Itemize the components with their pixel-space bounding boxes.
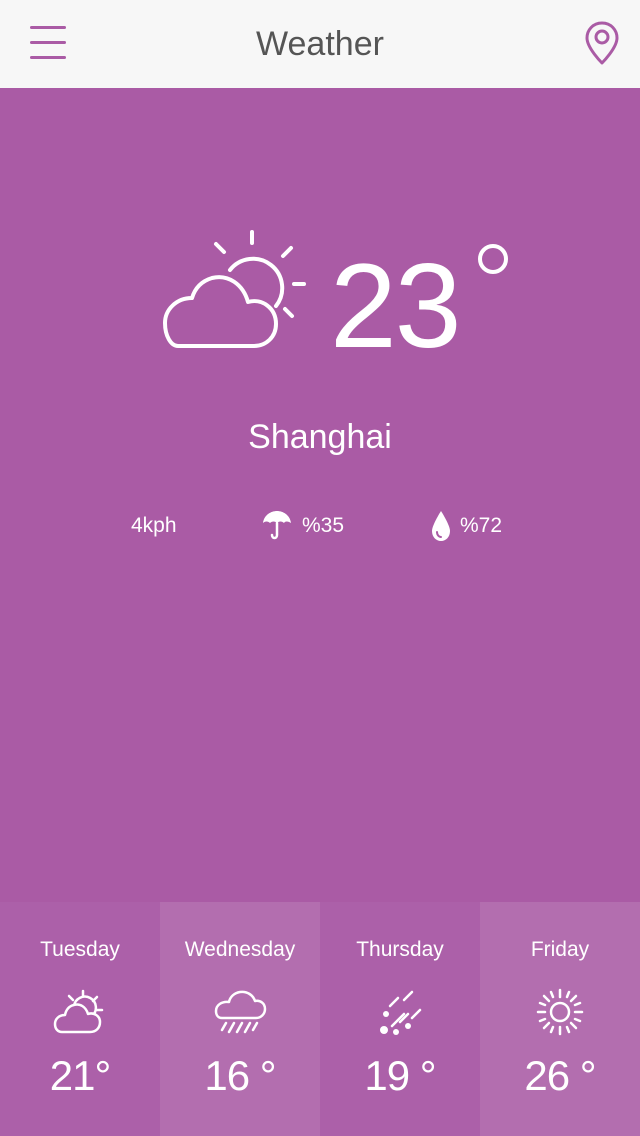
weather-app: Weather 23 Shanghai 4kph %35 %72 Tuesday… [0, 0, 640, 1136]
forecast-strip: Tuesday 21° Wednesday 16 ° Thursday 19 °… [0, 902, 640, 1136]
sun-icon [536, 988, 584, 1036]
current-temperature: 23 [330, 239, 461, 373]
forecast-day[interactable]: Tuesday 21° [0, 902, 160, 1136]
city-name: Shanghai [248, 418, 392, 456]
hamburger-menu-icon [30, 26, 66, 29]
forecast-day-name: Tuesday [40, 938, 120, 961]
menu-button[interactable] [28, 24, 70, 64]
forecast-day-name: Friday [530, 938, 590, 961]
location-button[interactable] [582, 20, 622, 68]
humidity: %72 [460, 514, 503, 537]
forecast-day[interactable]: Thursday 19 ° [320, 902, 480, 1136]
forecast-day[interactable]: Wednesday 16 ° [160, 902, 320, 1136]
forecast-day[interactable]: Friday 26 ° [480, 902, 640, 1136]
partly-cloudy-icon [53, 989, 104, 1034]
forecast-temp: 16 ° [204, 1052, 276, 1099]
forecast-temp: 26 ° [524, 1052, 596, 1099]
water-drop-icon [432, 511, 450, 541]
header-bar: Weather [0, 0, 640, 88]
degree-symbol [478, 244, 508, 274]
wind-speed: 4kph [131, 514, 177, 537]
map-pin-icon [585, 21, 619, 65]
hail-icon [380, 990, 422, 1035]
umbrella-icon [263, 511, 291, 540]
rain-cloud-icon [214, 990, 267, 1034]
forecast-temp: 21° [49, 1052, 112, 1099]
hamburger-menu-icon [30, 41, 66, 44]
partly-cloudy-icon [163, 230, 306, 348]
rain-chance: %35 [302, 514, 345, 537]
forecast-day-name: Wednesday [184, 938, 296, 961]
weather-stats: 4kph %35 %72 [0, 508, 640, 548]
hamburger-menu-icon [30, 56, 66, 59]
page-title: Weather [256, 25, 384, 63]
forecast-temp: 19 ° [364, 1052, 436, 1099]
forecast-day-name: Thursday [356, 938, 444, 961]
